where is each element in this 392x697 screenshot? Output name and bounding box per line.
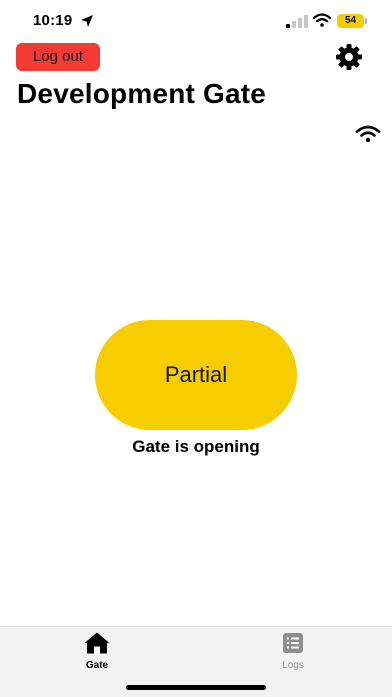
gate-status-text: Gate is opening <box>132 437 260 456</box>
gear-icon <box>336 44 362 70</box>
settings-button[interactable] <box>335 43 363 71</box>
wifi-icon <box>313 13 331 27</box>
house-icon <box>84 632 110 654</box>
battery-tip <box>365 18 367 24</box>
status-time: 10:19 <box>33 12 73 29</box>
location-arrow-icon <box>81 15 93 27</box>
tab-gate-label: Gate <box>85 660 109 671</box>
tab-gate[interactable]: Gate <box>57 631 137 675</box>
tab-logs[interactable]: Logs <box>253 631 333 675</box>
status-bar: 10:19 54 <box>0 0 392 44</box>
gate-partial-button[interactable]: Partial <box>95 320 297 430</box>
list-icon <box>283 633 303 653</box>
battery-icon: 54 <box>337 14 364 28</box>
battery-level: 54 <box>344 15 357 26</box>
tab-logs-label: Logs <box>282 660 304 671</box>
cellular-signal-icon <box>286 15 308 28</box>
home-indicator <box>126 685 266 690</box>
logout-button[interactable]: Log out <box>16 43 100 71</box>
wifi-icon <box>355 125 381 143</box>
page-title: Development Gate <box>17 78 267 109</box>
